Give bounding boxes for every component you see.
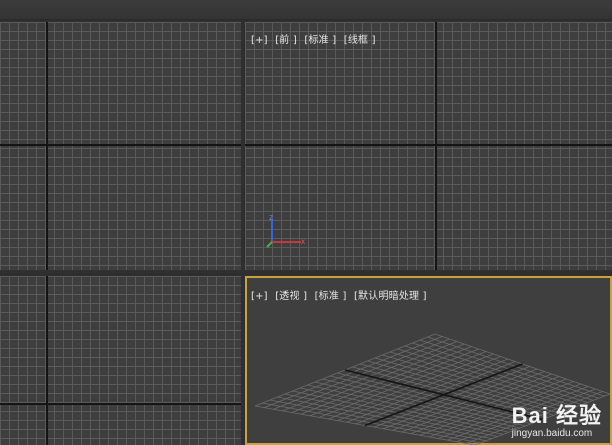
grid-axis-vertical [46, 22, 48, 270]
viewport-grid [0, 276, 241, 445]
viewport-top-left[interactable] [0, 22, 241, 270]
axis-x-label: X [301, 239, 305, 246]
viewport-bottom-left[interactable] [0, 276, 241, 445]
axis-z-label: Z [269, 215, 273, 222]
viewport-menu-shading-mode[interactable]: [线框 ] [344, 35, 376, 46]
grid-axis-horizontal [0, 403, 241, 405]
viewport-grid [0, 22, 241, 270]
grid-axis-horizontal [245, 144, 612, 146]
baidu-jingyan-watermark: Bai 经验 jingyan.baidu.com [512, 398, 602, 439]
viewport-label-bar: [+] [前 ] [标准 ] [线框 ] [251, 31, 380, 46]
grid-axis-vertical [46, 276, 48, 445]
viewport-menu-view[interactable]: [前 ] [275, 35, 297, 46]
viewport-menu-plus[interactable]: [+] [251, 291, 268, 302]
viewport-menu-shading-mode[interactable]: [默认明暗处理 ] [354, 291, 427, 302]
grid-axis-vertical [435, 22, 437, 270]
viewport-menu-plus[interactable]: [+] [251, 35, 268, 46]
axis-gizmo-icon: Z X [266, 215, 305, 248]
viewport-menu-shading-quality[interactable]: [标准 ] [315, 291, 347, 302]
viewport-menu-view[interactable]: [透视 ] [275, 291, 307, 302]
watermark-url: jingyan.baidu.com [511, 428, 593, 439]
top-toolbar-strip [0, 0, 612, 20]
viewport-label-bar: [+] [透视 ] [标准 ] [默认明暗处理 ] [251, 287, 431, 302]
grid-axis-horizontal [0, 144, 241, 146]
watermark-brand: Bai 经验 [511, 403, 602, 428]
viewport-menu-shading-quality[interactable]: [标准 ] [304, 35, 336, 46]
viewport-front[interactable]: [+] [前 ] [标准 ] [线框 ] Z X [245, 22, 612, 270]
viewport-perspective[interactable]: [+] [透视 ] [标准 ] [默认明暗处理 ] Bai 经验 jingyan… [245, 276, 612, 445]
